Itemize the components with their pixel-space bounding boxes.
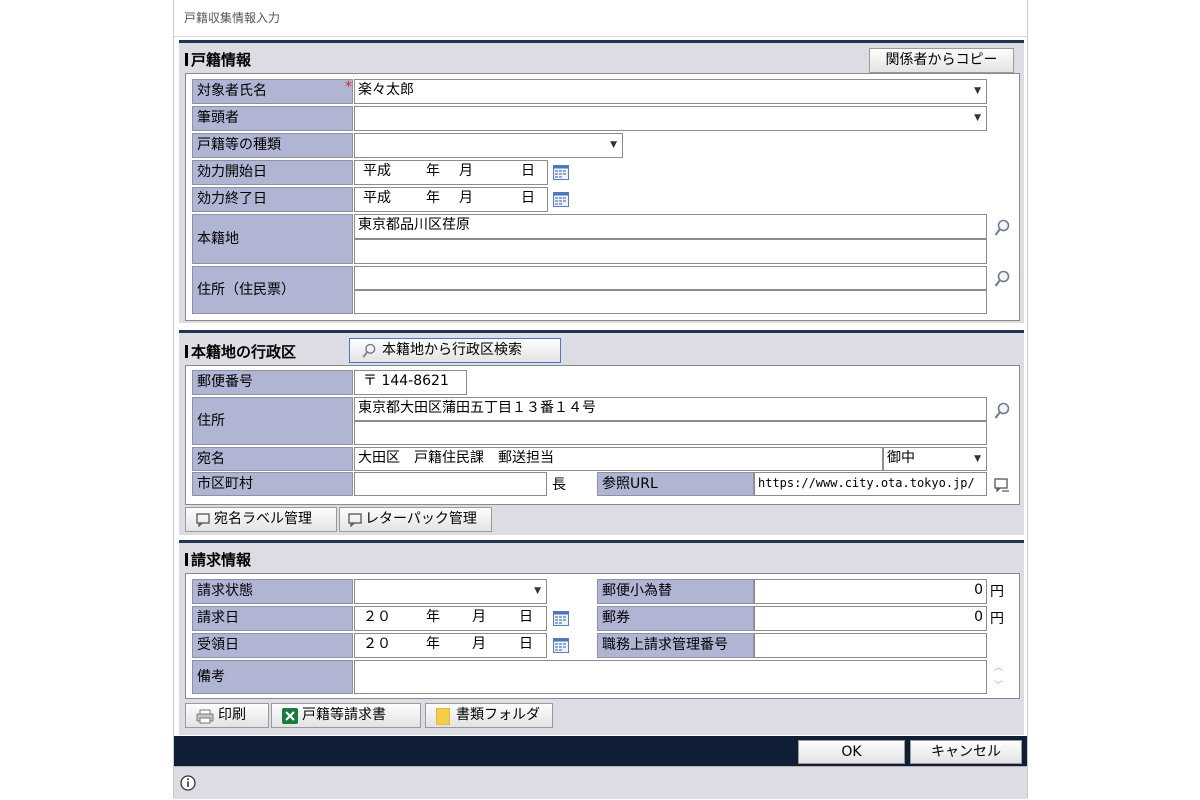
copy-from-related-button[interactable]: 関係者からコピー (869, 48, 1014, 73)
request-status-select[interactable]: ▼ (354, 579, 547, 604)
printer-icon (196, 709, 214, 724)
gyosei-section: 本籍地の行政区 本籍地から行政区検索 郵便番号 〒 144-8621 住所 東京… (179, 330, 1024, 535)
window-title: 戸籍収集情報入力 (184, 11, 281, 25)
postal-code-field[interactable]: 〒 144-8621 (354, 370, 467, 395)
request-date-label: 請求日 (192, 606, 353, 631)
dialog-footer: OK キャンセル (174, 736, 1027, 766)
start-date-label: 効力開始日 (192, 160, 353, 185)
postage-stamp-field[interactable]: 0 (754, 606, 987, 631)
honseki-label: 本籍地 (192, 214, 353, 264)
honorific-select[interactable]: 御中 ▼ (883, 447, 987, 471)
notes-textarea[interactable] (354, 660, 987, 694)
address-label-manage-button[interactable]: 宛名ラベル管理 (185, 507, 337, 532)
chief-suffix: 長 (552, 477, 566, 493)
calendar-icon[interactable] (553, 192, 569, 207)
honseki-input-line1[interactable]: 東京都品川区荏原 (354, 214, 987, 239)
district-address-line1[interactable]: 東京都大田区蒲田五丁目１３番１４号 (354, 397, 987, 421)
addressee-label: 宛名 (192, 447, 353, 471)
end-date-label: 効力終了日 (192, 187, 353, 212)
chevron-down-icon: ▼ (974, 86, 981, 96)
document-folder-button[interactable]: 書類フォルダ (425, 703, 553, 728)
district-address-line2[interactable] (354, 421, 987, 445)
calendar-icon[interactable] (553, 611, 569, 626)
reference-url-label: 参照URL (597, 472, 754, 496)
chevron-down-icon: ▼ (534, 586, 541, 596)
municipality-label: 市区町村 (192, 472, 353, 496)
dialog-window: 戸籍収集情報入力 戸籍情報 関係者からコピー 対象者氏名 * 楽々太郎 ▼ 筆頭者… (173, 0, 1028, 799)
received-date-label: 受領日 (192, 633, 353, 658)
search-icon (362, 343, 376, 358)
search-icon[interactable] (994, 219, 1010, 237)
postage-stamp-label: 郵券 (597, 606, 754, 631)
head-of-family-select[interactable]: ▼ (354, 106, 987, 131)
addressee-field[interactable]: 大田区 戸籍住民課 郵送担当 (354, 447, 883, 471)
head-of-family-label: 筆頭者 (192, 106, 353, 131)
request-date-field[interactable]: ２０ 年 月 日 (354, 606, 547, 631)
yen-unit: 円 (990, 584, 1004, 600)
search-icon[interactable] (994, 402, 1010, 420)
excel-icon (282, 708, 298, 724)
chevron-down-icon: ▼ (974, 113, 981, 123)
status-bar (174, 766, 1027, 799)
required-mark: * (345, 79, 352, 95)
end-date-field[interactable]: 平成 年 月 日 (354, 187, 548, 212)
juminhyo-address-label: 住所（住民票） (192, 266, 353, 314)
print-button[interactable]: 印刷 (185, 703, 269, 728)
municipality-field[interactable] (354, 472, 547, 496)
gyosei-form: 郵便番号 〒 144-8621 住所 東京都大田区蒲田五丁目１３番１４号 宛名 (185, 365, 1020, 505)
notes-label: 備考 (192, 660, 353, 694)
koseki-section-title: 戸籍情報 (185, 49, 251, 70)
reference-url-field[interactable]: https://www.city.ota.tokyo.jp/ (754, 472, 987, 496)
juminhyo-address-line2[interactable] (354, 290, 987, 314)
seikyu-section-title: 請求情報 (185, 549, 251, 570)
folder-icon (436, 708, 450, 725)
chevron-down-icon: ▼ (610, 140, 617, 150)
koseki-section: 戸籍情報 関係者からコピー 対象者氏名 * 楽々太郎 ▼ 筆頭者 ▼ 戸籍等の種類 (179, 40, 1024, 323)
cancel-button[interactable]: キャンセル (910, 740, 1022, 764)
koseki-type-select[interactable]: ▼ (354, 133, 623, 158)
district-address-label: 住所 (192, 397, 353, 445)
subject-name-select[interactable]: 楽々太郎 ▼ (354, 79, 987, 104)
calendar-icon[interactable] (553, 638, 569, 653)
title-bar: 戸籍収集情報入力 (174, 0, 1027, 37)
notes-scroll-up-icon[interactable]: ︿ (994, 660, 1003, 673)
notes-scroll-down-icon[interactable]: ﹀ (994, 678, 1003, 691)
subject-name-label: 対象者氏名 (192, 79, 353, 104)
letterpack-manage-button[interactable]: レターパック管理 (339, 507, 492, 532)
postal-code-label: 郵便番号 (192, 370, 353, 395)
label-icon (196, 513, 210, 527)
money-order-field[interactable]: 0 (754, 579, 987, 604)
chevron-down-icon: ▼ (974, 454, 981, 464)
label-icon (348, 513, 362, 527)
juminhyo-address-line1[interactable] (354, 266, 987, 290)
ok-button[interactable]: OK (798, 740, 905, 764)
koseki-form: 対象者氏名 * 楽々太郎 ▼ 筆頭者 ▼ 戸籍等の種類 ▼ 効力開始日 平成 年… (185, 73, 1020, 321)
official-request-number-field[interactable] (754, 633, 987, 658)
open-link-icon[interactable] (994, 478, 1010, 492)
honseki-input-line2[interactable] (354, 239, 987, 264)
gyosei-section-title: 本籍地の行政区 (185, 341, 296, 362)
search-icon[interactable] (994, 270, 1010, 288)
search-district-button[interactable]: 本籍地から行政区検索 (349, 338, 561, 363)
official-request-number-label: 職務上請求管理番号 (597, 633, 754, 658)
info-icon[interactable] (180, 775, 196, 791)
received-date-field[interactable]: ２０ 年 月 日 (354, 633, 547, 658)
seikyu-section: 請求情報 請求状態 ▼ 請求日 ２０ 年 月 日 受領日 ２０ 年 月 日 郵便… (179, 540, 1024, 735)
seikyu-form: 請求状態 ▼ 請求日 ２０ 年 月 日 受領日 ２０ 年 月 日 郵便小為替 0… (185, 573, 1020, 699)
yen-unit: 円 (990, 611, 1004, 627)
start-date-field[interactable]: 平成 年 月 日 (354, 160, 548, 185)
request-form-button[interactable]: 戸籍等請求書 (271, 703, 421, 728)
money-order-label: 郵便小為替 (597, 579, 754, 604)
calendar-icon[interactable] (553, 165, 569, 180)
koseki-type-label: 戸籍等の種類 (192, 133, 353, 158)
request-status-label: 請求状態 (192, 579, 353, 604)
